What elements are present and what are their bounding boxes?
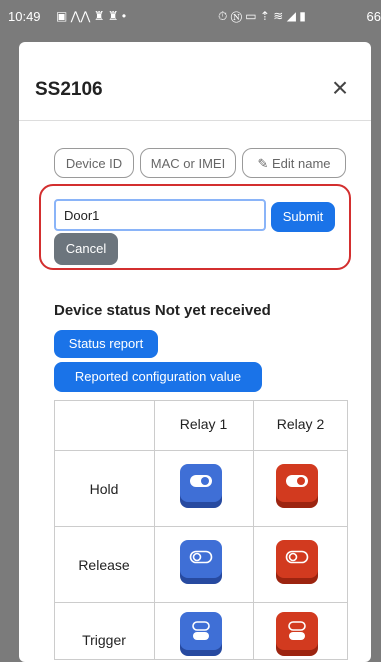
submit-button[interactable]: Submit (271, 202, 335, 232)
reported-config-button[interactable]: Reported configuration value (54, 362, 262, 392)
toggle-off-icon (285, 550, 309, 564)
toggle-off-icon (189, 550, 213, 564)
relay1-trigger-button[interactable] (180, 612, 222, 650)
status-bar: 10:49 ▣ ⋀⋀ ♜ ♜ • ⏱ Ⓝ ▭ ⇡ ≋ ◢ ▮ 66 (0, 0, 381, 34)
modal-title: SS2106 (35, 79, 103, 100)
toggle-trigger-icon (288, 621, 306, 640)
table-row-divider (54, 602, 348, 603)
relay2-hold-button[interactable] (276, 464, 318, 502)
table-row-divider (54, 526, 348, 527)
table-header-relay2: Relay 2 (276, 416, 325, 432)
cancel-button[interactable]: Cancel (54, 233, 118, 265)
table-col-divider (253, 400, 254, 660)
row-label-release: Release (78, 557, 130, 573)
row-label-hold: Hold (89, 481, 119, 497)
mac-imei-button[interactable]: MAC or IMEI (140, 148, 236, 178)
toggle-trigger-icon (192, 621, 210, 640)
toggle-on-icon (190, 475, 212, 487)
relay2-release-button[interactable] (276, 540, 318, 578)
table-header-relay1: Relay 1 (179, 416, 228, 432)
system-icons: ⏱ Ⓝ ▭ ⇡ ≋ ◢ ▮ (218, 9, 306, 23)
edit-name-button[interactable]: ✎ Edit name (242, 148, 346, 178)
notification-icons: ▣ ⋀⋀ ♜ ♜ • (56, 9, 127, 23)
table-col-divider (154, 400, 155, 660)
relay2-trigger-button[interactable] (276, 612, 318, 650)
toggle-on-icon (286, 475, 308, 487)
relay1-hold-button[interactable] (180, 464, 222, 502)
device-status-title: Device status Not yet received (54, 302, 271, 319)
status-time: 10:49 (8, 9, 41, 24)
table-row-divider (54, 450, 348, 451)
device-id-button[interactable]: Device ID (54, 148, 134, 178)
close-icon[interactable]: × (327, 74, 353, 102)
relay1-release-button[interactable] (180, 540, 222, 578)
status-report-button[interactable]: Status report (54, 330, 158, 358)
battery-level: 66 (366, 9, 381, 24)
device-name-input[interactable] (54, 199, 266, 231)
modal-divider (19, 120, 371, 121)
